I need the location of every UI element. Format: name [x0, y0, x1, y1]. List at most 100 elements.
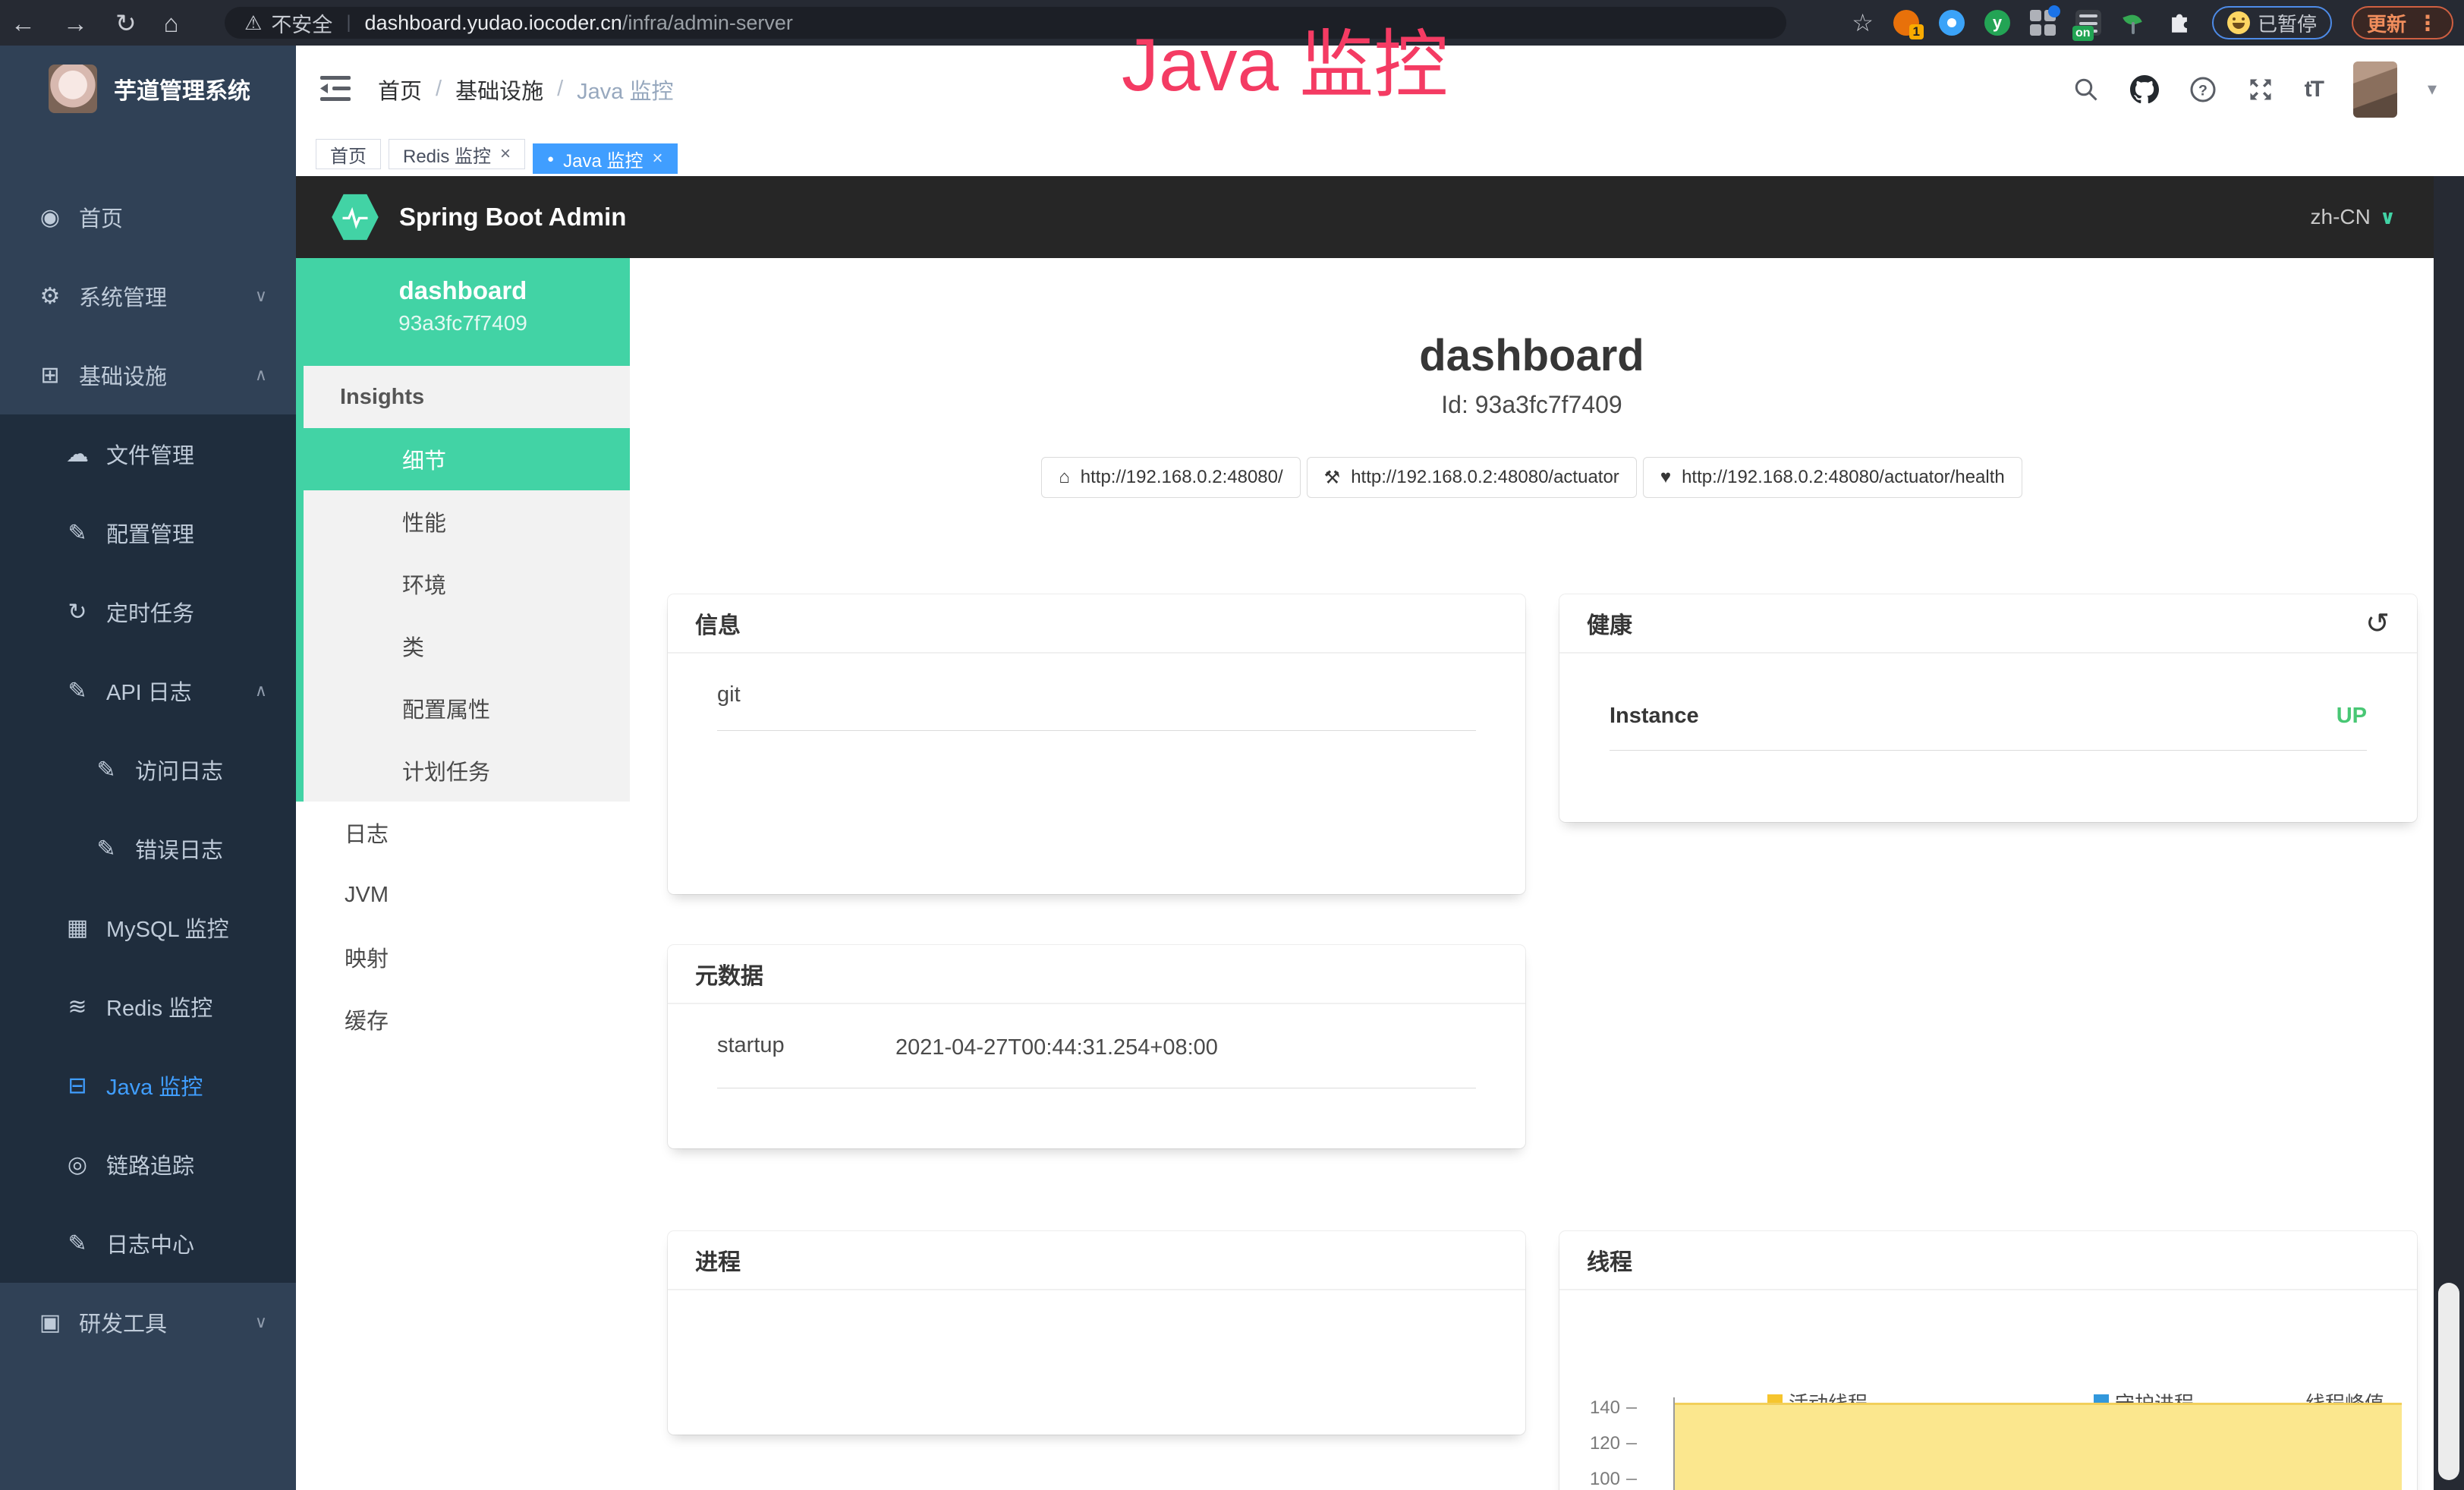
fullscreen-icon[interactable] [2247, 76, 2274, 103]
sba-main: dashboard Id: 93a3fc7f7409 ⌂ http://192.… [630, 258, 2434, 1490]
breadcrumb-separator: / [557, 77, 563, 102]
extension-y-icon[interactable]: y [1984, 10, 2010, 36]
instance-url-buttons: ⌂ http://192.168.0.2:48080/ ⚒ http://192… [630, 457, 2434, 498]
breadcrumb-infra[interactable]: 基础设施 [455, 74, 543, 106]
page-scrollbar-track[interactable] [2434, 176, 2464, 1490]
app-logo-row[interactable]: 芋道管理系统 [0, 46, 296, 132]
extension-orange-icon[interactable]: 1 [1893, 10, 1919, 36]
forward-icon[interactable]: → [63, 11, 88, 36]
sidebar-menu-item[interactable]: ☁ 文件管理 [0, 414, 296, 493]
search-icon[interactable] [2072, 76, 2100, 103]
sidebar-menu-item[interactable]: ◎ 链路追踪 [0, 1125, 296, 1204]
menu-item-label: 首页 [79, 201, 123, 233]
sba-sidebar-item[interactable]: 配置属性 [296, 677, 630, 739]
breadcrumb: 首页 / 基础设施 / Java 监控 [378, 46, 673, 133]
sidebar-menu-item[interactable]: ⊞ 基础设施 ∧ [0, 335, 296, 414]
collapse-sidebar-icon[interactable] [320, 74, 351, 103]
font-size-icon[interactable]: tT [2305, 77, 2323, 102]
menu-item-icon: ▣ [36, 1309, 64, 1336]
startup-label: startup [717, 1030, 895, 1065]
sba-sidebar-item[interactable]: 类 [296, 615, 630, 677]
git-value [895, 679, 1476, 707]
sba-brand[interactable]: Spring Boot Admin [331, 176, 626, 258]
instance-title: dashboard [630, 330, 2434, 381]
page-scrollbar-thumb[interactable] [2438, 1283, 2459, 1480]
home-icon[interactable]: ⌂ [164, 11, 179, 36]
sba-sidebar-item-label: 细节 [402, 443, 446, 475]
sba-sidebar-menu: Insights 细节 性能 环境 类 配置属性 计划任务 日志 JVM [296, 366, 630, 1051]
sidebar-menu-item[interactable]: ≋ Redis 监控 [0, 967, 296, 1046]
menu-item-icon: ▦ [64, 915, 91, 941]
address-divider: | [346, 12, 351, 33]
menu-item-icon: ✎ [64, 1230, 91, 1257]
paused-chip[interactable]: 已暂停 [2212, 6, 2332, 39]
tab-label: 首页 [330, 141, 367, 168]
menu-item-icon: ◎ [64, 1151, 91, 1178]
sidebar-menu-item[interactable]: ↻ 定时任务 [0, 572, 296, 651]
language-selector[interactable]: zh-CN ∨ [2311, 205, 2396, 229]
sidebar-menu-item[interactable]: ⊟ Java 监控 [0, 1046, 296, 1125]
address-bar[interactable]: ⚠ 不安全 | dashboard.yudao.iocoder.cn/infra… [225, 7, 1786, 39]
sba-sidebar-item[interactable]: 环境 [296, 553, 630, 615]
extension-onetab-icon[interactable]: on [2075, 10, 2101, 36]
sba-sidebar-item[interactable]: JVM [296, 864, 630, 926]
sba-sidebar-item[interactable]: 计划任务 [296, 739, 630, 802]
sba-sidebar-item[interactable]: 性能 [296, 490, 630, 553]
sidebar-menu-item[interactable]: ▣ 研发工具 ∨ [0, 1283, 296, 1362]
sidebar-menu-item[interactable]: ✎ 配置管理 [0, 493, 296, 572]
sba-sidebar-item[interactable]: 映射 [296, 926, 630, 988]
breadcrumb-home[interactable]: 首页 [378, 74, 422, 106]
process-col-value [706, 1318, 823, 1337]
help-icon[interactable]: ? [2189, 76, 2217, 103]
instance-label: Instance [1610, 704, 1699, 729]
sba-sidebar-item[interactable]: 缓存 [296, 988, 630, 1051]
url-button-icon: ⌂ [1059, 467, 1070, 488]
sidebar-menu-item[interactable]: ✎ API 日志 ∧ [0, 651, 296, 730]
extension-pin-icon[interactable] [1939, 10, 1965, 36]
update-button[interactable]: 更新 ⋮ [2352, 6, 2453, 39]
instance-url-button[interactable]: ⚒ http://192.168.0.2:48080/actuator [1307, 457, 1637, 498]
browser-menu-icon[interactable]: ⋮ [2417, 11, 2438, 36]
reload-icon[interactable]: ↻ [115, 11, 137, 36]
chevron-icon: ∨ [255, 1312, 267, 1332]
info-card-title: 信息 [695, 606, 741, 640]
metadata-card: 元数据 startup 2021-04-27T00:44:31.254+08:0… [668, 945, 1525, 1148]
sidebar-menu-item[interactable]: ◉ 首页 [0, 178, 296, 257]
sidebar-menu-item[interactable]: ✎ 日志中心 [0, 1204, 296, 1283]
browser-nav: ← → ↻ ⌂ [11, 0, 179, 46]
sba-sidebar-item[interactable]: 细节 [296, 428, 630, 490]
sba-sidebar-item[interactable]: 日志 [296, 802, 630, 864]
history-icon[interactable]: ↺ [2365, 606, 2390, 641]
sba-brand-title: Spring Boot Admin [399, 203, 626, 232]
y-tick-label: 120 [1575, 1433, 1620, 1454]
extension-sprout-icon[interactable] [2121, 10, 2147, 36]
breadcrumb-current: Java 监控 [577, 74, 673, 106]
puzzle-icon[interactable] [2167, 10, 2192, 36]
language-label: zh-CN [2311, 205, 2371, 229]
git-label: git [717, 679, 895, 707]
instance-url-button[interactable]: ♥ http://192.168.0.2:48080/actuator/heal… [1643, 457, 2022, 498]
sidebar-menu-item[interactable]: ⚙ 系统管理 ∨ [0, 257, 296, 335]
page-tab[interactable]: 首页 [316, 139, 381, 169]
tab-close-icon[interactable]: × [500, 143, 511, 165]
active-dot-icon: ● [547, 153, 554, 165]
instance-url-button[interactable]: ⌂ http://192.168.0.2:48080/ [1041, 457, 1300, 498]
extension-grid-icon[interactable] [2030, 10, 2056, 36]
page-tab[interactable]: ● Java 监控 × [533, 143, 677, 174]
back-icon[interactable]: ← [11, 11, 36, 36]
sba-sidebar-item-label: Insights [340, 385, 424, 410]
sba-app-block[interactable]: dashboard 93a3fc7f7409 [296, 258, 630, 366]
sidebar-menu-item[interactable]: ✎ 错误日志 [0, 809, 296, 888]
sba-sidebar-item-label: 计划任务 [402, 754, 490, 786]
page-tab[interactable]: Redis 监控 × [389, 139, 525, 169]
sba-sidebar-item[interactable]: Insights [296, 366, 630, 428]
user-avatar[interactable] [2353, 61, 2397, 118]
tab-close-icon[interactable]: × [652, 148, 662, 169]
menu-item-icon: ✎ [93, 836, 120, 862]
github-icon[interactable] [2130, 75, 2159, 104]
bookmark-star-icon[interactable]: ☆ [1852, 10, 1874, 36]
sidebar-menu-item[interactable]: ✎ 访问日志 [0, 730, 296, 809]
sidebar-menu-item[interactable]: ▦ MySQL 监控 [0, 888, 296, 967]
sba-sidebar-item-label: JVM [345, 883, 389, 908]
avatar-caret-icon[interactable]: ▾ [2428, 78, 2437, 100]
